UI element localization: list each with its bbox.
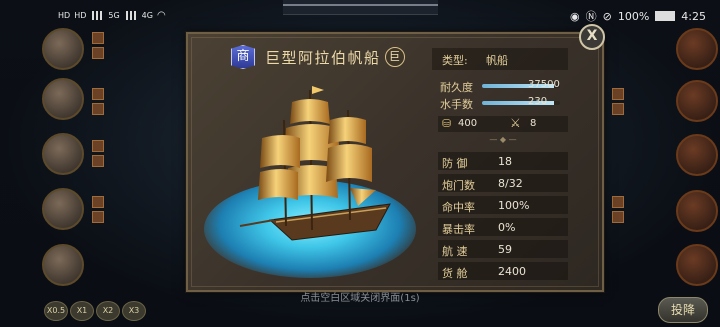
network-4g-label: 4G xyxy=(141,11,153,20)
crew-row: 水手数 230 xyxy=(440,96,570,111)
mute-icon: ⊘ xyxy=(602,9,612,23)
attack-value: 8 xyxy=(530,118,537,129)
gold-coin-icon: ⛁ xyxy=(442,117,452,130)
panel-divider: — ◆ — xyxy=(489,135,517,144)
enemy-portrait-2[interactable] xyxy=(676,80,718,122)
speed-button-3[interactable]: X3 xyxy=(122,301,146,321)
speed-button-2[interactable]: X2 xyxy=(96,301,120,321)
merchant-badge-icon: 商 xyxy=(231,45,255,69)
ship-type-row: 类型: 帆船 xyxy=(432,48,568,70)
enemy-status-icons xyxy=(612,88,624,118)
resource-row: ⛁ 400 ⚔ 8 xyxy=(438,116,568,132)
hd-label-2: HD xyxy=(74,11,87,20)
ship-title-bar: 商 巨型阿拉伯帆船 巨 xyxy=(231,45,405,69)
status-right: ◉ Ⓝ ⊘ 100% 4:25 xyxy=(570,8,706,24)
durability-row: 耐久度 37500 xyxy=(440,79,570,94)
enemy-portrait-5[interactable] xyxy=(676,244,718,286)
ship-title: 巨型阿拉伯帆船 xyxy=(265,48,381,67)
gold-value: 400 xyxy=(458,118,478,129)
clock-time: 4:25 xyxy=(681,9,706,23)
battery-percent: 100% xyxy=(617,9,650,23)
stat-row-speed: 航 速 59 xyxy=(438,240,568,258)
battery-icon xyxy=(655,11,676,21)
signal-indicators: HD HD 5G 4G ◠ xyxy=(58,10,166,21)
ally-status-icons xyxy=(92,32,104,62)
ally-portrait-2[interactable] xyxy=(42,78,84,120)
signal-icon-2 xyxy=(123,11,138,20)
stat-row-defense: 防 御 18 xyxy=(438,152,568,170)
network-5g-label: 5G xyxy=(108,11,120,20)
type-value: 帆船 xyxy=(486,54,508,67)
stat-value: 59 xyxy=(498,243,512,256)
stat-row-cargo: 货 舱 2400 xyxy=(438,262,568,280)
stat-label: 炮门数 xyxy=(442,179,475,192)
close-button[interactable]: X xyxy=(579,24,605,50)
stat-row-crit: 暴击率 0% xyxy=(438,218,568,236)
type-label: 类型: xyxy=(442,54,468,67)
stat-label: 货 舱 xyxy=(442,267,468,280)
stat-label: 命中率 xyxy=(442,201,475,214)
close-hint-text: 点击空白区域关闭界面(1s) xyxy=(300,293,420,304)
stat-value: 0% xyxy=(498,221,516,234)
ally-status-icons-3 xyxy=(92,140,104,170)
stat-value: 100% xyxy=(498,199,530,212)
enemy-portrait-4[interactable] xyxy=(676,190,718,232)
signal-icon xyxy=(90,11,105,20)
stat-label: 航 速 xyxy=(442,245,468,258)
stat-row-gunports: 炮门数 8/32 xyxy=(438,174,568,192)
ship-illustration xyxy=(200,80,425,280)
eye-icon: ◉ xyxy=(570,9,580,23)
enemy-status-icons-2 xyxy=(612,196,624,226)
enemy-portrait-3[interactable] xyxy=(676,134,718,176)
ally-portrait-3[interactable] xyxy=(42,133,84,175)
speed-button-1[interactable]: X1 xyxy=(70,301,94,321)
ally-portrait-4[interactable] xyxy=(42,188,84,230)
nfc-icon: Ⓝ xyxy=(585,10,597,23)
crew-value: 230 xyxy=(528,96,548,107)
ally-status-icons-2 xyxy=(92,88,104,118)
hd-label-1: HD xyxy=(58,11,71,20)
top-banner xyxy=(283,0,438,15)
crossed-swords-icon: ⚔ xyxy=(510,116,521,130)
wifi-icon: ◠ xyxy=(156,10,166,21)
ally-portrait-1[interactable] xyxy=(42,28,84,70)
stat-row-accuracy: 命中率 100% xyxy=(438,196,568,214)
galleon-ship-icon xyxy=(239,86,391,241)
stat-value: 8/32 xyxy=(498,177,523,190)
stat-label: 防 御 xyxy=(442,157,468,170)
stat-value: 2400 xyxy=(498,265,526,278)
crew-bar xyxy=(482,101,560,105)
durability-label: 耐久度 xyxy=(440,81,473,94)
crew-label: 水手数 xyxy=(440,98,473,111)
durability-value: 37500 xyxy=(528,79,560,90)
ally-status-icons-4 xyxy=(92,196,104,226)
stat-value: 18 xyxy=(498,155,512,168)
stat-label: 暴击率 xyxy=(442,223,475,236)
enemy-portrait-1[interactable] xyxy=(676,28,718,70)
ally-portrait-5[interactable] xyxy=(42,244,84,286)
speed-button-0-5[interactable]: X0.5 xyxy=(44,301,68,321)
tier-badge-icon: 巨 xyxy=(384,47,405,67)
